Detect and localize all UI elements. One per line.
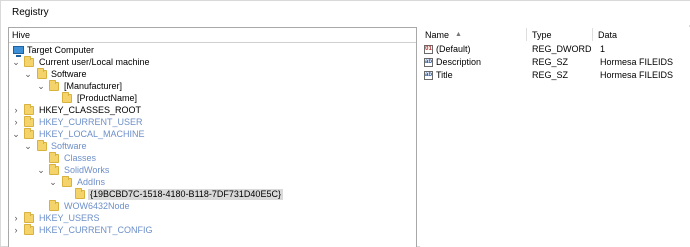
values-column-headers: Name ▲ Type Data [420,27,690,42]
value-name: (Default) [436,44,471,54]
value-type: REG_SZ [532,57,569,67]
value-row[interactable]: ab Description REG_SZ Hormesa FILEIDS [420,57,690,69]
folder-icon [62,92,72,103]
tree-node-label: Software [51,141,87,151]
tree-node-label: {19BCBD7C-1518-4180-B118-7DF731D40E5C} [88,189,283,200]
folder-icon [24,212,34,223]
window-title: Registry [12,7,49,18]
tree-node-label: HKEY_CLASSES_ROOT [39,105,142,115]
computer-icon [13,46,24,57]
folder-icon [24,104,34,115]
tree-node-label: AddIns [77,177,106,187]
hive-column-header[interactable]: Hive [9,28,416,43]
string-value-icon: ab [424,71,433,80]
chevron-right-icon[interactable]: › [12,105,20,116]
folder-icon [49,80,59,91]
folder-icon [49,152,59,163]
chevron-down-icon[interactable]: ⌄ [49,177,57,188]
value-type: REG_DWORD [532,44,592,54]
value-row[interactable]: ab Title REG_SZ Hormesa FILEIDS [420,70,690,82]
folder-icon [24,224,34,235]
folder-icon [49,200,59,211]
chevron-right-icon[interactable]: › [12,225,20,236]
value-name: Description [436,57,482,67]
chevron-down-icon[interactable]: ⌄ [37,165,45,176]
folder-icon [37,68,47,79]
tree-node-label: HKEY_CURRENT_CONFIG [39,225,153,235]
tree-node-label: HKEY_CURRENT_USER [39,117,143,127]
value-data: Hormesa FILEIDS [600,57,674,67]
tree-node-label: HKEY_LOCAL_MACHINE [39,129,145,139]
chevron-down-icon[interactable]: ⌄ [24,69,32,80]
tree-node-label: WOW6432Node [64,201,130,211]
registry-window: Registry Hive Target Computer ⌄ Current … [0,0,690,247]
tree-node-label: Current user/Local machine [39,57,150,67]
chevron-down-icon[interactable]: ⌄ [24,141,32,152]
tree-node-label: SolidWorks [64,165,110,175]
column-header-name[interactable]: Name [425,30,449,40]
tree-node-label: [ProductName] [77,93,138,103]
chevron-down-icon[interactable]: ⌄ [12,57,20,68]
tree-node-label: HKEY_USERS [39,213,100,223]
sort-ascending-icon: ▲ [455,31,462,38]
value-data: 1 [600,44,606,54]
chevron-down-icon[interactable]: ⌄ [37,81,45,92]
column-header-data[interactable]: Data [598,30,617,40]
hive-header-label: Hive [12,30,31,40]
value-row[interactable]: 01 (Default) REG_DWORD 1 [420,44,690,56]
tree-node-label: Classes [64,153,97,163]
tree-node-label: [Manufacturer] [64,81,123,91]
folder-icon [49,164,59,175]
folder-icon [75,188,85,199]
folder-icon [24,116,34,127]
chevron-right-icon[interactable]: › [12,117,20,128]
dword-value-icon: 01 [424,45,433,54]
hive-tree-pane: Hive Target Computer ⌄ Current user/Loca… [8,27,417,247]
tree-node-label: Target Computer [27,45,95,55]
folder-icon [24,56,34,67]
folder-icon [24,128,34,139]
value-name: Title [436,70,453,80]
title-bar: Registry [1,1,690,25]
tree-node-label: Software [51,69,87,79]
chevron-down-icon[interactable]: ⌄ [12,129,20,140]
column-header-type[interactable]: Type [532,30,552,40]
column-divider[interactable] [592,28,593,41]
folder-icon [62,176,72,187]
column-divider[interactable] [526,28,527,41]
values-pane: Name ▲ Type Data 01 (Default) REG_DWORD … [420,27,690,247]
string-value-icon: ab [424,58,433,67]
value-data: Hormesa FILEIDS [600,70,674,80]
folder-icon [37,140,47,151]
value-type: REG_SZ [532,70,569,80]
chevron-right-icon[interactable]: › [12,213,20,224]
